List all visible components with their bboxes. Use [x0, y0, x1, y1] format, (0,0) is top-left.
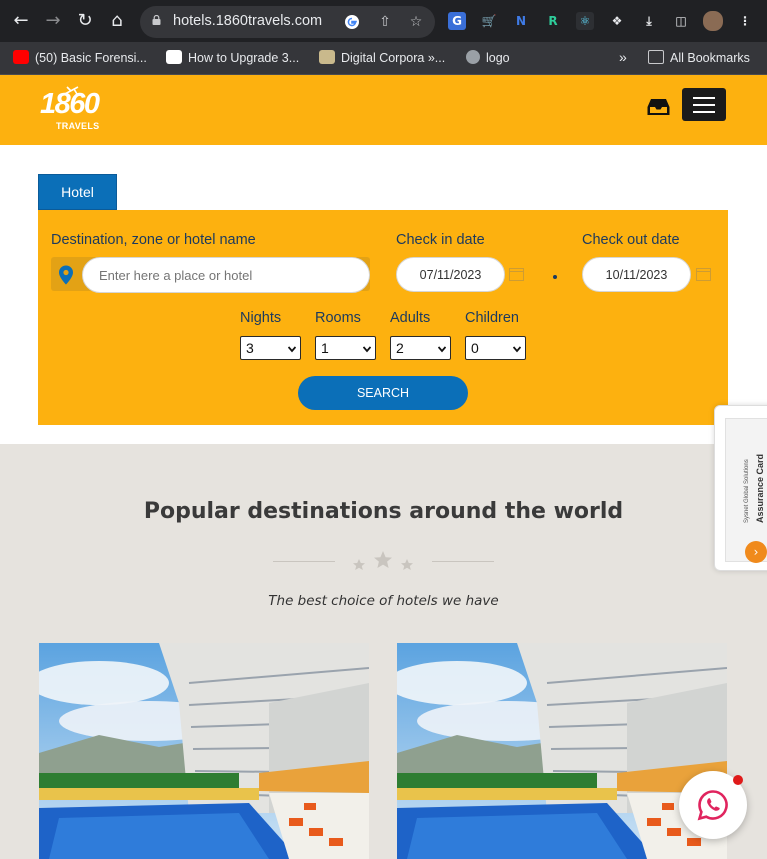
chevron-down-icon [438, 346, 446, 353]
adults-select[interactable]: 2 [390, 336, 451, 360]
star-icon[interactable]: ☆ [408, 14, 424, 30]
reload-icon[interactable]: ↻ [75, 11, 95, 31]
hotel-card-image[interactable] [397, 643, 727, 859]
calendar-icon[interactable] [509, 267, 524, 281]
hamburger-menu-button[interactable] [682, 88, 726, 121]
react-extension-icon[interactable]: ⚛ [576, 12, 594, 30]
url-text: hotels.1860travels.com [173, 13, 323, 29]
digital-corpora-icon [319, 50, 335, 64]
hotel-photo [39, 643, 369, 859]
back-arrow-icon[interactable]: ← [11, 11, 31, 31]
children-label: Children [465, 310, 519, 326]
nights-value: 3 [246, 340, 254, 356]
menu-bar [693, 104, 715, 106]
rooms-select[interactable]: 1 [315, 336, 376, 360]
chevron-right-icon[interactable]: › [745, 541, 767, 563]
site-logo[interactable]: 1860 TRAVELS [40, 86, 100, 132]
checkin-date-input[interactable] [396, 257, 505, 292]
lock-icon [152, 15, 161, 25]
bookmark-label: (50) Basic Forensi... [35, 51, 147, 65]
n-extension-icon[interactable]: N [512, 12, 530, 30]
destination-input[interactable] [82, 257, 370, 293]
hotel-photo [397, 643, 727, 859]
more-bookmarks-button[interactable]: » [619, 49, 627, 65]
all-bookmarks-folder[interactable]: All Bookmarks [648, 50, 750, 66]
rooms-value: 1 [321, 340, 329, 356]
cart-extension-icon[interactable]: 🛒 [480, 12, 498, 30]
bookmark-label: logo [486, 51, 510, 65]
chevron-down-icon [288, 346, 296, 353]
mt-logo-icon [166, 50, 182, 64]
logo-word: TRAVELS [56, 121, 100, 131]
bookmark-digital-corpora[interactable]: Digital Corpora »... [319, 50, 445, 66]
plane-icon [62, 86, 79, 96]
profile-avatar[interactable] [703, 11, 723, 31]
tab-hotel[interactable]: Hotel [38, 174, 117, 210]
bookmark-label: How to Upgrade 3... [188, 51, 300, 65]
extensions-puzzle-icon[interactable]: ❖ [608, 12, 626, 30]
divider-right [432, 561, 494, 562]
folder-icon [648, 50, 664, 64]
whatsapp-icon [697, 790, 728, 821]
bookmark-mt[interactable]: How to Upgrade 3... [166, 50, 299, 66]
bookmark-logo[interactable]: logo [466, 50, 510, 66]
nights-label: Nights [240, 310, 282, 326]
all-bookmarks-label: All Bookmarks [670, 51, 750, 65]
google-lens-icon[interactable] [344, 14, 360, 30]
assurance-card: Assurance Card Sysnet Global Solutions › [725, 418, 767, 563]
notification-dot [733, 775, 743, 785]
menu-bar [693, 111, 715, 113]
adults-label: Adults [390, 310, 431, 326]
rooms-label: Rooms [315, 310, 361, 326]
assurance-card-widget[interactable]: Assurance Card Sysnet Global Solutions › [714, 405, 767, 571]
search-button[interactable]: SEARCH [298, 376, 468, 410]
chevron-down-icon [363, 346, 371, 353]
address-bar[interactable]: hotels.1860travels.com ⇧ ☆ [140, 6, 435, 38]
home-icon[interactable]: ⌂ [107, 11, 127, 31]
popular-destinations-title: Popular destinations around the world [143, 499, 624, 524]
youtube-icon [13, 50, 29, 64]
divider-left [273, 561, 335, 562]
nights-select[interactable]: 3 [240, 336, 301, 360]
forward-arrow-icon[interactable]: → [43, 11, 63, 31]
popular-destinations-subtitle: The best choice of hotels we have [268, 593, 499, 609]
destination-label: Destination, zone or hotel name [51, 232, 256, 248]
chevron-down-icon [513, 346, 521, 353]
side-panel-icon[interactable]: ◫ [672, 12, 690, 30]
checkout-date-input[interactable] [582, 257, 691, 292]
r-extension-icon[interactable]: R [544, 12, 562, 30]
browser-toolbar: ← → ↻ ⌂ hotels.1860travels.com ⇧ ☆ G 🛒 N… [0, 0, 767, 42]
children-value: 0 [471, 340, 479, 356]
adults-value: 2 [396, 340, 404, 356]
translate-extension-icon[interactable]: G [448, 12, 466, 30]
children-select[interactable]: 0 [465, 336, 526, 360]
inbox-icon[interactable] [647, 98, 670, 116]
download-icon[interactable]: ⤓ [640, 12, 658, 30]
menu-bar [693, 97, 715, 99]
bookmark-label: Digital Corpora »... [341, 51, 446, 65]
bookmarks-bar: (50) Basic Forensi... How to Upgrade 3..… [0, 42, 767, 75]
kebab-menu-icon[interactable]: ⋮ [736, 12, 754, 30]
checkin-label: Check in date [396, 232, 485, 248]
bookmark-youtube[interactable]: (50) Basic Forensi... [13, 50, 147, 66]
share-icon[interactable]: ⇧ [377, 14, 393, 30]
date-separator-dot [553, 275, 557, 279]
checkout-label: Check out date [582, 232, 680, 248]
hotel-card-image[interactable] [39, 643, 369, 859]
location-pin-icon [59, 265, 73, 285]
globe-icon [466, 50, 480, 64]
calendar-icon[interactable] [696, 267, 711, 281]
stars-ornament-icon [353, 551, 413, 570]
